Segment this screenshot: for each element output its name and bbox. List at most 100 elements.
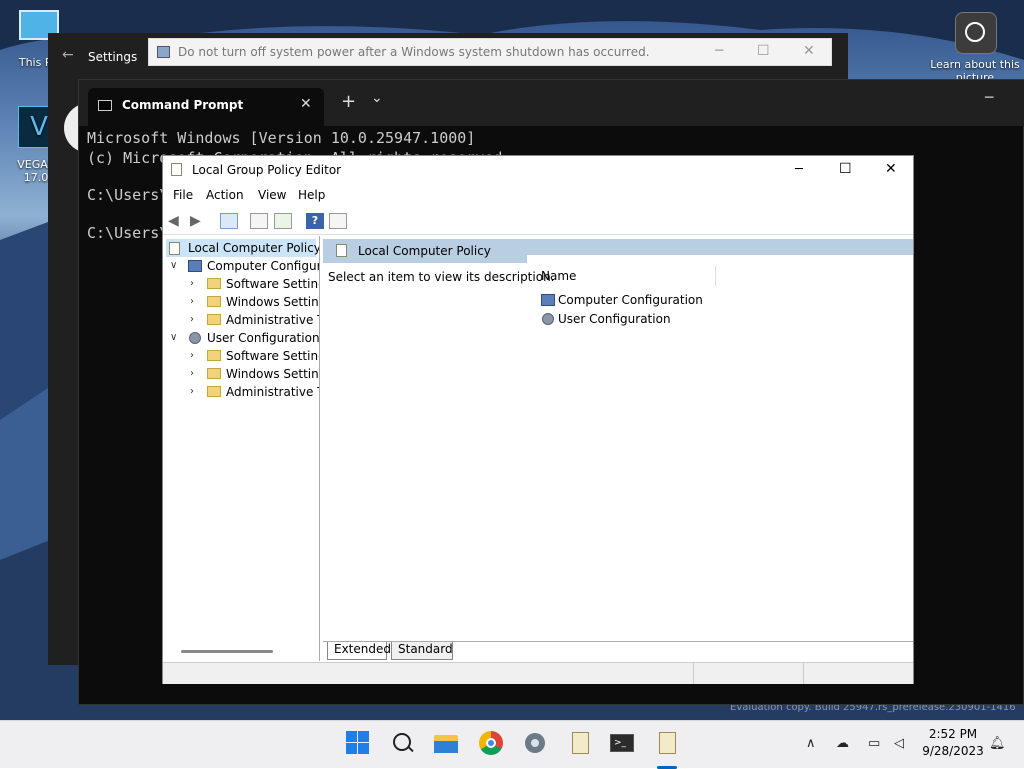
search-icon[interactable] [389, 729, 417, 757]
menu-action[interactable]: Action [206, 188, 244, 202]
shutdown-dialog-titlebar[interactable]: Do not turn off system power after a Win… [148, 38, 832, 66]
tab-dropdown-button[interactable]: ⌄ [371, 90, 383, 106]
horizontal-scrollbar[interactable] [181, 650, 273, 653]
tree-item-windows-settings[interactable]: › Windows Settings [166, 293, 319, 311]
shutdown-dialog-title: Do not turn off system power after a Win… [178, 45, 650, 59]
tab-command-prompt[interactable]: Command Prompt ✕ [88, 88, 324, 126]
column-header-name[interactable]: Name [541, 269, 576, 283]
chevron-up-icon[interactable]: ∧ [806, 736, 816, 751]
tree-item-administrative-templates[interactable]: › Administrative Templates [166, 383, 319, 401]
policy-icon [157, 46, 170, 58]
menu-help[interactable]: Help [298, 188, 325, 202]
group-policy-editor-window[interactable]: Local Group Policy Editor ─ ☐ ✕ File Act… [162, 155, 914, 684]
user-icon [189, 332, 201, 344]
chevron-right-icon[interactable]: › [190, 278, 194, 289]
tree-item-label: Local Computer Policy [188, 241, 320, 255]
titlebar[interactable]: Local Group Policy Editor ─ ☐ ✕ [163, 156, 913, 184]
clock-time[interactable]: 2:52 PM [922, 727, 984, 741]
minimize-icon[interactable]: ─ [715, 43, 723, 59]
tab-label: Extended [334, 642, 391, 656]
tree-item-label: Software Settings [226, 277, 319, 291]
chevron-down-icon[interactable]: ∨ [170, 260, 177, 271]
maximize-icon[interactable]: ☐ [757, 43, 770, 59]
chevron-right-icon[interactable]: › [190, 386, 194, 397]
terminal-tabbar: Command Prompt ✕ + ⌄ ─ [79, 80, 1024, 126]
onedrive-icon[interactable]: ☁ [836, 736, 849, 751]
tree-item-label: Administrative Templates [226, 385, 319, 399]
file-explorer-icon[interactable] [432, 729, 460, 757]
user-icon [542, 313, 554, 325]
settings-title: Settings [88, 50, 138, 64]
tree-item-label: Administrative Templates [226, 313, 319, 327]
new-tab-button[interactable]: + [341, 91, 356, 112]
chrome-icon[interactable] [477, 729, 505, 757]
tab-label: Command Prompt [122, 98, 244, 112]
terminal-line: Microsoft Windows [Version 10.0.25947.10… [87, 129, 476, 147]
start-icon[interactable] [344, 729, 372, 757]
computer-icon [541, 294, 555, 306]
back-arrow-icon[interactable]: ◀ [168, 213, 186, 229]
details-pane: Local Computer Policy Select an item to … [323, 236, 913, 641]
menu-view[interactable]: View [258, 188, 286, 202]
export-list-icon[interactable] [274, 213, 292, 229]
terminal-icon[interactable]: >_ [608, 729, 636, 757]
folder-icon [207, 368, 221, 379]
forward-arrow-icon[interactable]: ▶ [190, 213, 208, 229]
tree-item-local-computer-policy[interactable]: Local Computer Policy [166, 239, 319, 257]
settings-icon[interactable] [521, 729, 549, 757]
show-action-pane-icon[interactable] [329, 213, 347, 229]
chevron-down-icon[interactable]: ∨ [170, 332, 177, 343]
tree-item-user-configuration[interactable]: ∨ User Configuration [166, 329, 320, 347]
tab-divider [323, 641, 913, 642]
chevron-right-icon[interactable]: › [190, 296, 194, 307]
folder-icon [207, 314, 221, 325]
minimize-button[interactable]: ─ [985, 90, 993, 106]
help-icon[interactable]: ? [306, 213, 324, 229]
toolbar: ◀ ▶ ? [163, 208, 913, 235]
terminal-line: C:\Users\ [87, 224, 169, 242]
gpedit-icon[interactable] [653, 729, 681, 757]
learn-about-picture-button[interactable] [955, 12, 997, 54]
folder-icon [207, 386, 221, 397]
tree-item-computer-configuration[interactable]: ∨ Computer Configuration [166, 257, 319, 275]
chevron-right-icon[interactable]: › [190, 368, 194, 379]
window-title: Local Group Policy Editor [192, 163, 342, 177]
tree-item-software-settings[interactable]: › Software Settings [166, 347, 319, 365]
close-button[interactable]: ✕ [885, 161, 897, 177]
terminal-line: C:\Users\ [87, 186, 169, 204]
status-divider [693, 663, 694, 684]
maximize-button[interactable]: ☐ [839, 161, 852, 177]
list-item[interactable]: Computer Configuration [539, 291, 709, 309]
status-divider [803, 663, 804, 684]
tree-item-label: User Configuration [207, 331, 320, 345]
menubar: File Action View Help [163, 184, 913, 206]
column-divider[interactable] [715, 266, 716, 286]
chevron-right-icon[interactable]: › [190, 314, 194, 325]
policy-icon [336, 244, 347, 257]
close-tab-icon[interactable]: ✕ [300, 96, 312, 112]
notepad-icon[interactable] [566, 729, 594, 757]
list-area-top [527, 255, 913, 267]
tree-item-administrative-templates[interactable]: › Administrative Templates [166, 311, 319, 329]
tree-item-label: Computer Configuration [207, 259, 319, 273]
tree-item-windows-settings[interactable]: › Windows Settings [166, 365, 319, 383]
tree-item-label: Windows Settings [226, 367, 319, 381]
clock-date[interactable]: 9/28/2023 [918, 744, 988, 758]
notification-bell-icon[interactable]: 🔔︎ [989, 736, 1006, 751]
volume-muted-icon[interactable]: ◁ [894, 736, 904, 751]
folder-icon [207, 278, 221, 289]
tab-extended[interactable]: Extended [327, 642, 391, 660]
tree-item-label: Software Settings [226, 349, 319, 363]
menu-file[interactable]: File [173, 188, 193, 202]
policy-icon [169, 242, 180, 255]
list-item[interactable]: User Configuration [539, 310, 709, 328]
back-arrow-icon[interactable]: ← [62, 47, 74, 63]
minimize-button[interactable]: ─ [795, 162, 803, 177]
tree-item-software-settings[interactable]: › Software Settings [166, 275, 319, 293]
chevron-right-icon[interactable]: › [190, 350, 194, 361]
close-icon[interactable]: ✕ [803, 43, 815, 59]
properties-icon[interactable] [250, 213, 268, 229]
tab-standard[interactable]: Standard [391, 642, 453, 660]
show-hide-tree-icon[interactable] [220, 213, 238, 229]
network-icon[interactable]: ▭ [868, 736, 880, 751]
